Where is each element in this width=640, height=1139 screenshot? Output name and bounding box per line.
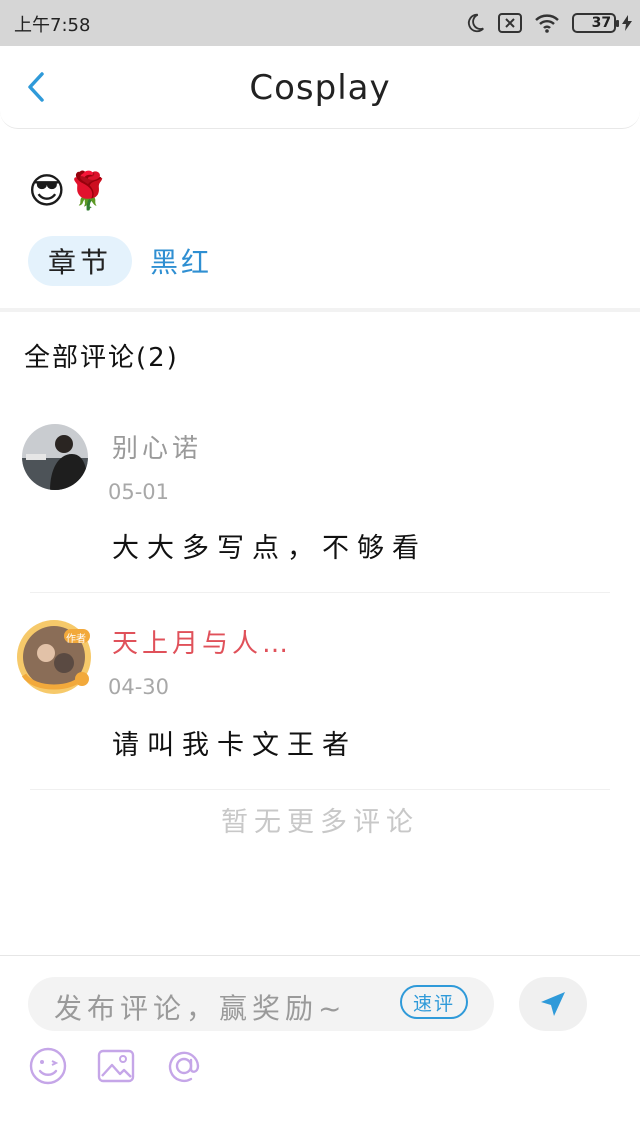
- comment-date: 04-30: [108, 675, 170, 699]
- chapter-name-link[interactable]: 黑红: [150, 241, 212, 281]
- status-time: 上午7:58: [14, 15, 91, 36]
- status-icons: 37: [464, 8, 632, 38]
- comment-item: 作者 天上月与人… 04-30 请叫我卡文王者: [0, 615, 640, 790]
- author-avatar[interactable]: 作者: [16, 617, 92, 694]
- no-more-comments: 暂无更多评论: [221, 807, 419, 838]
- page-title: Cosplay: [249, 68, 391, 108]
- header: Cosplay: [0, 46, 640, 129]
- send-icon: [541, 992, 565, 1016]
- section-divider: [0, 308, 640, 312]
- wifi-icon: [534, 13, 560, 33]
- comment-divider: [30, 592, 610, 593]
- status-bar: 上午7:58 37: [0, 0, 640, 46]
- moon-icon: [464, 12, 486, 34]
- battery-icon: 37: [572, 13, 632, 33]
- sim-off-icon: [498, 13, 522, 33]
- comment-input-placeholder: 发布评论，赢奖励~: [54, 992, 347, 1025]
- send-button[interactable]: [519, 977, 587, 1031]
- avatar[interactable]: [22, 424, 88, 490]
- author-badge: 作者: [66, 634, 86, 645]
- comment-item: 别心诺 05-01 大大多写点，不够看: [0, 420, 640, 595]
- quick-comment-button[interactable]: 速评: [400, 985, 468, 1019]
- comment-input[interactable]: 发布评论，赢奖励~ 速评: [28, 977, 494, 1031]
- comment-composer: 发布评论，赢奖励~ 速评: [0, 955, 640, 1139]
- at-icon[interactable]: [164, 1046, 204, 1086]
- post-emojis: 😎🌹: [28, 171, 111, 212]
- chapter-row: 章节 黑红: [28, 236, 212, 286]
- commenter-name[interactable]: 别心诺: [112, 428, 202, 465]
- comments-title: 全部评论(2): [24, 343, 179, 373]
- comment-date: 05-01: [108, 480, 170, 504]
- comment-divider: [30, 789, 610, 790]
- chapter-tag[interactable]: 章节: [28, 236, 133, 286]
- emoji-icon[interactable]: [28, 1046, 68, 1086]
- comment-text: 请叫我卡文王者: [112, 730, 357, 761]
- composer-tools: [28, 1046, 204, 1086]
- commenter-name[interactable]: 天上月与人…: [112, 623, 292, 660]
- comment-text: 大大多写点，不够看: [112, 533, 427, 564]
- image-icon[interactable]: [96, 1046, 136, 1086]
- battery-level: 37: [591, 15, 612, 31]
